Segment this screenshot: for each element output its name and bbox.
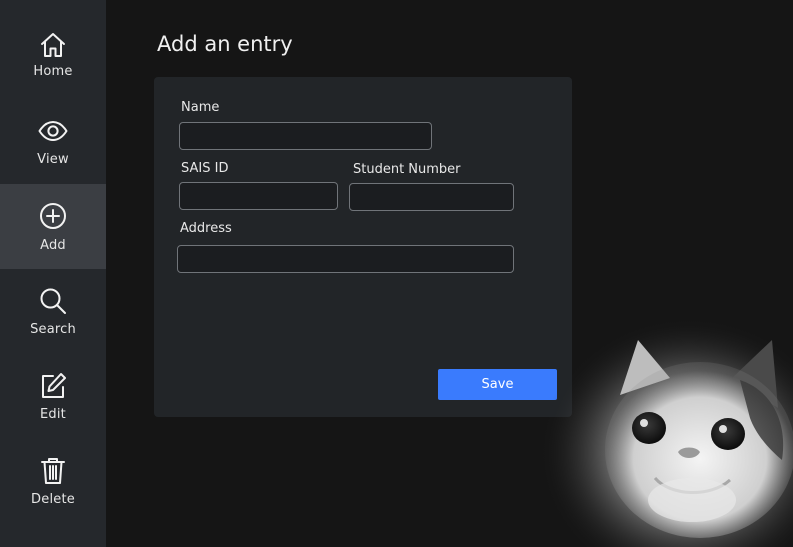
sidebar-item-view[interactable]: View xyxy=(0,100,106,185)
sais-id-field[interactable] xyxy=(179,182,338,210)
student-number-field[interactable] xyxy=(349,183,514,211)
sidebar-item-label: Home xyxy=(33,64,73,79)
page-title: Add an entry xyxy=(157,32,293,56)
address-label: Address xyxy=(180,221,232,236)
sidebar-item-label: Search xyxy=(30,322,76,337)
sidebar-item-add[interactable]: Add xyxy=(0,184,106,269)
cat-photo xyxy=(520,300,793,547)
sidebar: Home View Add Search Edit Delete xyxy=(0,0,106,547)
name-field[interactable] xyxy=(179,122,432,150)
sidebar-item-search[interactable]: Search xyxy=(0,269,106,354)
eye-icon xyxy=(38,116,68,146)
home-icon xyxy=(38,30,68,60)
sidebar-item-home[interactable]: Home xyxy=(0,0,106,85)
trash-icon xyxy=(38,456,68,486)
sais-id-label: SAIS ID xyxy=(181,161,229,176)
sidebar-item-label: Edit xyxy=(40,407,66,422)
address-field[interactable] xyxy=(177,245,514,273)
edit-icon xyxy=(38,371,68,401)
entry-form: Name SAIS ID Student Number Address Save xyxy=(154,77,572,417)
sidebar-item-label: Delete xyxy=(31,492,75,507)
plus-circle-icon xyxy=(38,201,68,231)
search-icon xyxy=(38,286,68,316)
name-label: Name xyxy=(181,100,220,115)
sidebar-item-delete[interactable]: Delete xyxy=(0,439,106,524)
sidebar-item-label: Add xyxy=(40,238,66,253)
sidebar-item-label: View xyxy=(37,152,69,167)
student-number-label: Student Number xyxy=(353,162,461,177)
app-window: Home View Add Search Edit Delete Add an … xyxy=(0,0,793,547)
sidebar-item-edit[interactable]: Edit xyxy=(0,354,106,439)
